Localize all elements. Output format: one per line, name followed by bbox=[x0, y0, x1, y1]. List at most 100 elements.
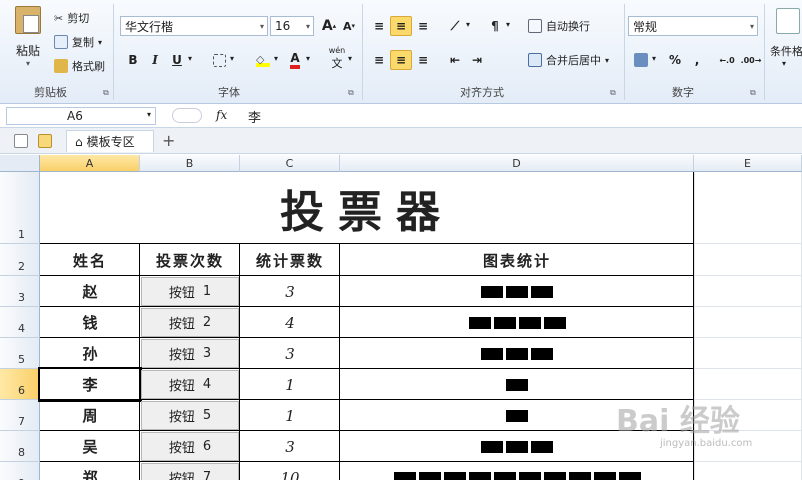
select-all-corner[interactable] bbox=[0, 155, 40, 172]
insert-function-button[interactable]: fx bbox=[216, 108, 227, 122]
vote-button[interactable]: 按钮 4 bbox=[141, 370, 239, 399]
chevron-down-icon[interactable]: ▾ bbox=[188, 54, 192, 63]
row-header-9[interactable]: 9 bbox=[0, 462, 40, 480]
vote-count[interactable]: 3 bbox=[240, 276, 340, 307]
header-vote-count[interactable]: 投票次数 bbox=[140, 244, 240, 276]
align-middle-button[interactable]: ≡ bbox=[390, 16, 412, 36]
align-center-button[interactable]: ≡ bbox=[390, 50, 412, 70]
align-bottom-button[interactable]: ≡ bbox=[412, 16, 434, 36]
phonetic-button[interactable]: wén 文 bbox=[326, 46, 348, 70]
formula-bar-resize-handle[interactable] bbox=[172, 108, 202, 123]
comma-button[interactable]: , bbox=[686, 50, 708, 70]
candidate-name[interactable]: 郑 bbox=[40, 462, 140, 480]
column-header-a[interactable]: A bbox=[40, 155, 140, 172]
name-box[interactable]: A6 ▾ bbox=[6, 107, 156, 125]
vote-count[interactable]: 4 bbox=[240, 307, 340, 338]
bold-button[interactable]: B bbox=[122, 50, 144, 70]
vote-button[interactable]: 按钮 3 bbox=[141, 339, 239, 368]
increase-decimal-button[interactable]: ←.0 bbox=[716, 50, 738, 70]
column-header-d[interactable]: D bbox=[340, 155, 694, 172]
decrease-indent-button[interactable]: ⇤ bbox=[444, 50, 466, 70]
row-header-3[interactable]: 3 bbox=[0, 276, 40, 307]
candidate-name[interactable]: 李 bbox=[38, 367, 142, 402]
new-tab-button[interactable]: + bbox=[162, 131, 175, 150]
dialog-launcher-icon[interactable]: ⧉ bbox=[103, 88, 109, 98]
formula-content[interactable]: 李 bbox=[248, 107, 261, 126]
vote-button[interactable]: 按钮 1 bbox=[141, 277, 239, 306]
dialog-launcher-icon[interactable]: ⧉ bbox=[610, 88, 616, 98]
dialog-launcher-icon[interactable]: ⧉ bbox=[348, 88, 354, 98]
percent-button[interactable]: % bbox=[664, 50, 686, 70]
vote-count[interactable]: 1 bbox=[240, 369, 340, 400]
orientation-button[interactable]: ⟋ bbox=[444, 16, 466, 36]
fill-color-button[interactable]: ◇ bbox=[252, 50, 274, 70]
font-color-button[interactable]: A bbox=[284, 50, 306, 70]
accounting-format-button[interactable] bbox=[630, 50, 652, 70]
decrease-decimal-button[interactable]: .00→ bbox=[740, 50, 762, 70]
vote-bar-chart[interactable] bbox=[340, 276, 694, 307]
candidate-name[interactable]: 赵 bbox=[40, 276, 140, 307]
row-header-8[interactable]: 8 bbox=[0, 431, 40, 462]
vote-count[interactable]: 10 bbox=[240, 462, 340, 480]
candidate-name[interactable]: 吴 bbox=[40, 431, 140, 462]
row-header-7[interactable]: 7 bbox=[0, 400, 40, 431]
tab-template-zone[interactable]: ⌂ 模板专区 bbox=[66, 130, 154, 152]
chevron-down-icon[interactable]: ▾ bbox=[652, 54, 656, 63]
chevron-down-icon[interactable]: ▾ bbox=[274, 54, 278, 63]
conditional-formatting-button[interactable]: 条件格 ▾ bbox=[770, 8, 802, 78]
increase-indent-button[interactable]: ⇥ bbox=[466, 50, 488, 70]
candidate-name[interactable]: 周 bbox=[40, 400, 140, 431]
merge-center-button[interactable]: 合并后居中 ▾ bbox=[528, 50, 609, 70]
underline-button[interactable]: U bbox=[166, 50, 188, 70]
chevron-down-icon[interactable]: ▾ bbox=[348, 54, 352, 63]
folder-icon[interactable] bbox=[38, 134, 52, 148]
shrink-font-button[interactable]: A ▾ bbox=[338, 16, 360, 36]
row-header-6[interactable]: 6 bbox=[0, 369, 40, 400]
column-header-e[interactable]: E bbox=[694, 155, 802, 172]
grow-font-button[interactable]: A ▴ bbox=[318, 16, 340, 36]
align-top-icon: ≡ bbox=[373, 19, 385, 33]
wrap-text-button[interactable]: 自动换行 bbox=[528, 16, 590, 36]
candidate-name[interactable]: 钱 bbox=[40, 307, 140, 338]
vote-count[interactable]: 3 bbox=[240, 431, 340, 462]
row-header-1[interactable]: 1 bbox=[0, 172, 40, 244]
align-top-button[interactable]: ≡ bbox=[368, 16, 390, 36]
chevron-down-icon[interactable]: ▾ bbox=[306, 54, 310, 63]
candidate-name[interactable]: 孙 bbox=[40, 338, 140, 369]
borders-button[interactable] bbox=[208, 50, 230, 70]
vote-bar-chart[interactable] bbox=[340, 338, 694, 369]
vote-button[interactable]: 按钮 2 bbox=[141, 308, 239, 337]
format-painter-button[interactable]: 格式刷 bbox=[54, 56, 105, 76]
align-right-button[interactable]: ≡ bbox=[412, 50, 434, 70]
paste-button[interactable]: 粘贴 ▾ bbox=[8, 6, 48, 72]
column-header-b[interactable]: B bbox=[140, 155, 240, 172]
chevron-down-icon[interactable]: ▾ bbox=[230, 54, 234, 63]
font-size-select[interactable]: 16 ▾ bbox=[270, 16, 314, 36]
row-header-2[interactable]: 2 bbox=[0, 244, 40, 276]
vote-bar-chart[interactable] bbox=[340, 307, 694, 338]
vote-button[interactable]: 按钮 7 bbox=[141, 463, 239, 480]
number-format-select[interactable]: 常规 ▾ bbox=[628, 16, 758, 36]
vote-bar-chart[interactable] bbox=[340, 462, 694, 480]
column-header-c[interactable]: C bbox=[240, 155, 340, 172]
chevron-down-icon[interactable]: ▾ bbox=[506, 20, 510, 29]
italic-button[interactable]: I bbox=[144, 50, 166, 70]
header-chart[interactable]: 图表统计 bbox=[340, 244, 694, 276]
sheet-title[interactable]: 投票器 bbox=[40, 172, 694, 244]
header-tally[interactable]: 统计票数 bbox=[240, 244, 340, 276]
header-name[interactable]: 姓名 bbox=[40, 244, 140, 276]
align-left-button[interactable]: ≡ bbox=[368, 50, 390, 70]
row-header-5[interactable]: 5 bbox=[0, 338, 40, 369]
vote-count[interactable]: 1 bbox=[240, 400, 340, 431]
chevron-down-icon[interactable]: ▾ bbox=[466, 20, 470, 29]
copy-button[interactable]: 复制 ▾ bbox=[54, 32, 102, 52]
cut-button[interactable]: ✂ 剪切 bbox=[54, 8, 89, 28]
row-header-4[interactable]: 4 bbox=[0, 307, 40, 338]
vote-count[interactable]: 3 bbox=[240, 338, 340, 369]
rtl-button[interactable]: ¶ bbox=[484, 16, 506, 36]
font-name-select[interactable]: 华文行楷 ▾ bbox=[120, 16, 268, 36]
new-document-icon[interactable] bbox=[14, 134, 28, 148]
vote-button[interactable]: 按钮 5 bbox=[141, 401, 239, 430]
dialog-launcher-icon[interactable]: ⧉ bbox=[750, 88, 756, 98]
vote-button[interactable]: 按钮 6 bbox=[141, 432, 239, 461]
